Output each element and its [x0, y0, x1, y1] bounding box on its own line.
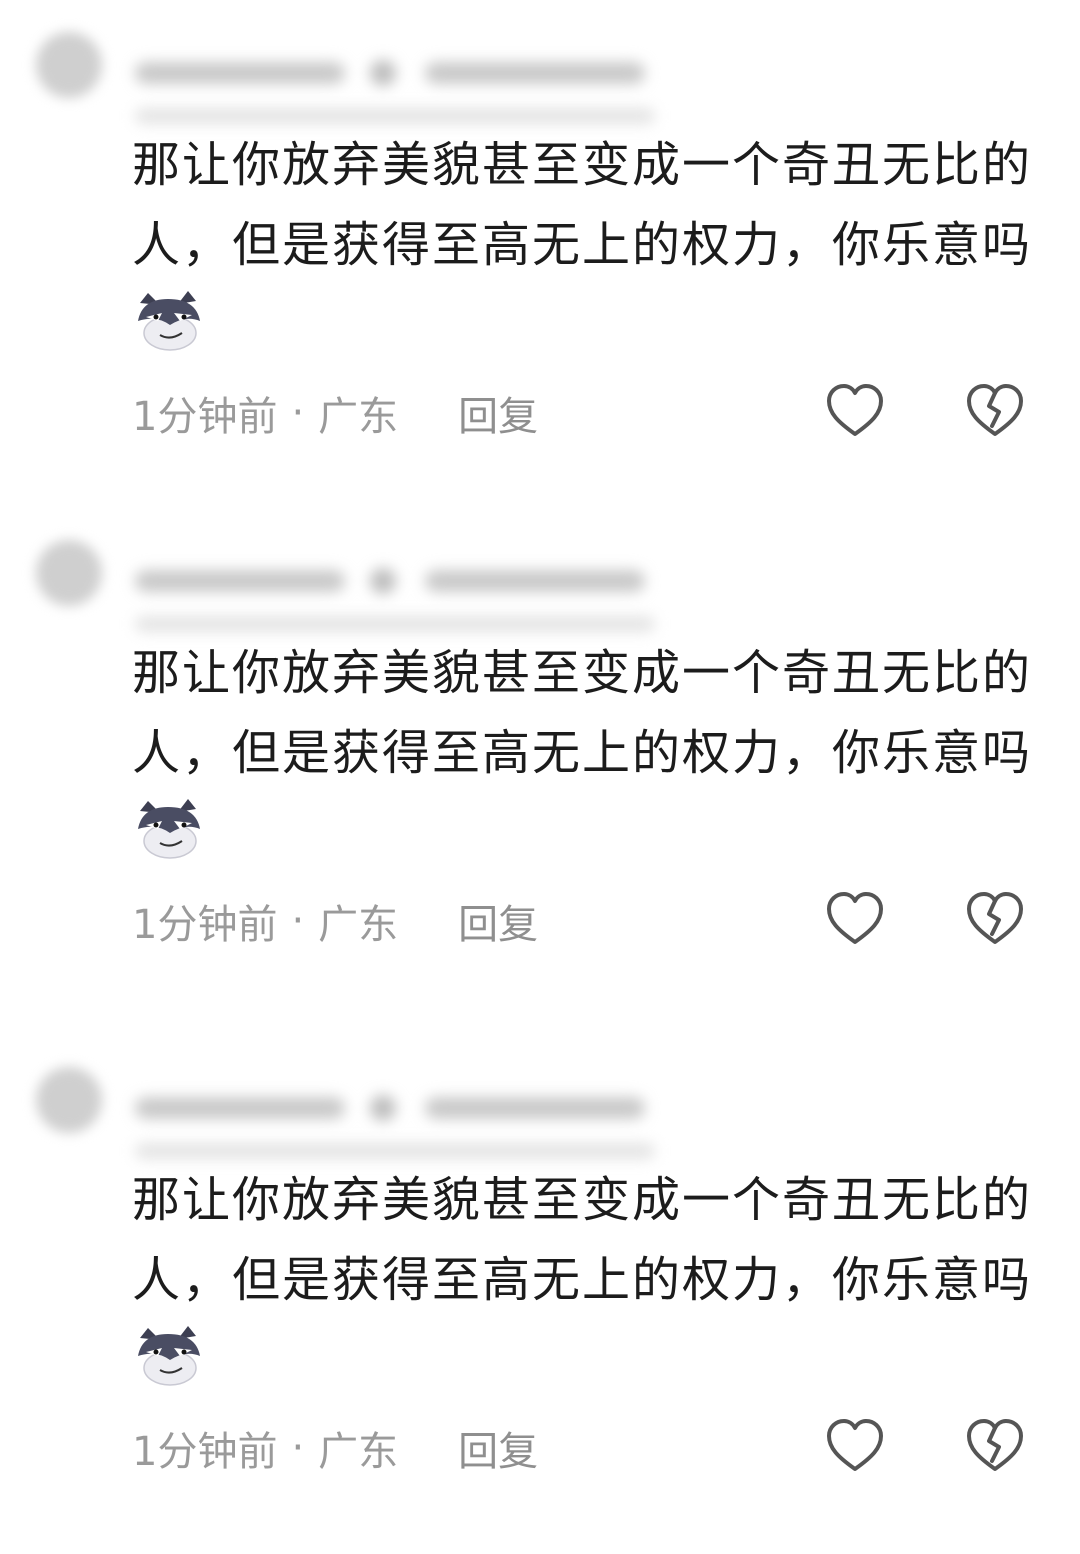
comment-location: 广东 [318, 1429, 399, 1475]
comment-location: 广东 [318, 902, 399, 948]
reply-button[interactable]: 回复 [458, 892, 538, 950]
user-subtitle-blurred [135, 1143, 655, 1159]
reply-button[interactable]: 回复 [458, 384, 538, 442]
heart-icon[interactable] [824, 380, 886, 442]
comment-time: 1分钟前 [132, 394, 278, 440]
username-blurred[interactable] [135, 1093, 655, 1123]
meta-separator: · [291, 898, 305, 944]
comment-text: 那让你放弃美貌甚至变成一个奇丑无比的人，但是获得至高无上的权力，你乐意吗 [132, 1160, 1037, 1400]
comment-location: 广东 [318, 394, 399, 440]
comment-meta: 1分钟前 · 广东 回复 [132, 894, 538, 948]
comment-time: 1分钟前 [132, 1429, 278, 1475]
broken-heart-icon[interactable] [964, 1415, 1026, 1477]
comment-text-content: 那让你放弃美貌甚至变成一个奇丑无比的人，但是获得至高无上的权力，你乐意吗 [132, 1172, 1033, 1308]
comment-text-content: 那让你放弃美貌甚至变成一个奇丑无比的人，但是获得至高无上的权力，你乐意吗 [132, 137, 1033, 273]
avatar[interactable] [36, 1067, 102, 1133]
comment-text: 那让你放弃美貌甚至变成一个奇丑无比的人，但是获得至高无上的权力，你乐意吗 [132, 125, 1037, 365]
heart-icon[interactable] [824, 888, 886, 950]
comment-time: 1分钟前 [132, 902, 278, 948]
avatar[interactable] [36, 32, 102, 98]
comment-item: 那让你放弃美貌甚至变成一个奇丑无比的人，但是获得至高无上的权力，你乐意吗 1分钟… [0, 508, 1080, 948]
raccoon-smirk-emoji [138, 1326, 200, 1386]
heart-icon[interactable] [824, 1415, 886, 1477]
comment-item: 那让你放弃美貌甚至变成一个奇丑无比的人，但是获得至高无上的权力，你乐意吗 1分钟… [0, 1035, 1080, 1475]
comment-text-content: 那让你放弃美貌甚至变成一个奇丑无比的人，但是获得至高无上的权力，你乐意吗 [132, 645, 1033, 781]
username-blurred[interactable] [135, 566, 655, 596]
broken-heart-icon[interactable] [964, 888, 1026, 950]
meta-separator: · [291, 390, 305, 436]
raccoon-smirk-emoji [138, 799, 200, 859]
user-subtitle-blurred [135, 108, 655, 124]
reply-button[interactable]: 回复 [458, 1419, 538, 1477]
username-blurred[interactable] [135, 58, 655, 88]
user-subtitle-blurred [135, 616, 655, 632]
comment-meta: 1分钟前 · 广东 回复 [132, 1421, 538, 1475]
comment-item: 那让你放弃美貌甚至变成一个奇丑无比的人，但是获得至高无上的权力，你乐意吗 1分钟… [0, 0, 1080, 440]
comment-meta: 1分钟前 · 广东 回复 [132, 386, 538, 440]
avatar[interactable] [36, 540, 102, 606]
comment-text: 那让你放弃美貌甚至变成一个奇丑无比的人，但是获得至高无上的权力，你乐意吗 [132, 633, 1037, 873]
meta-separator: · [291, 1425, 305, 1471]
broken-heart-icon[interactable] [964, 380, 1026, 442]
raccoon-smirk-emoji [138, 291, 200, 351]
